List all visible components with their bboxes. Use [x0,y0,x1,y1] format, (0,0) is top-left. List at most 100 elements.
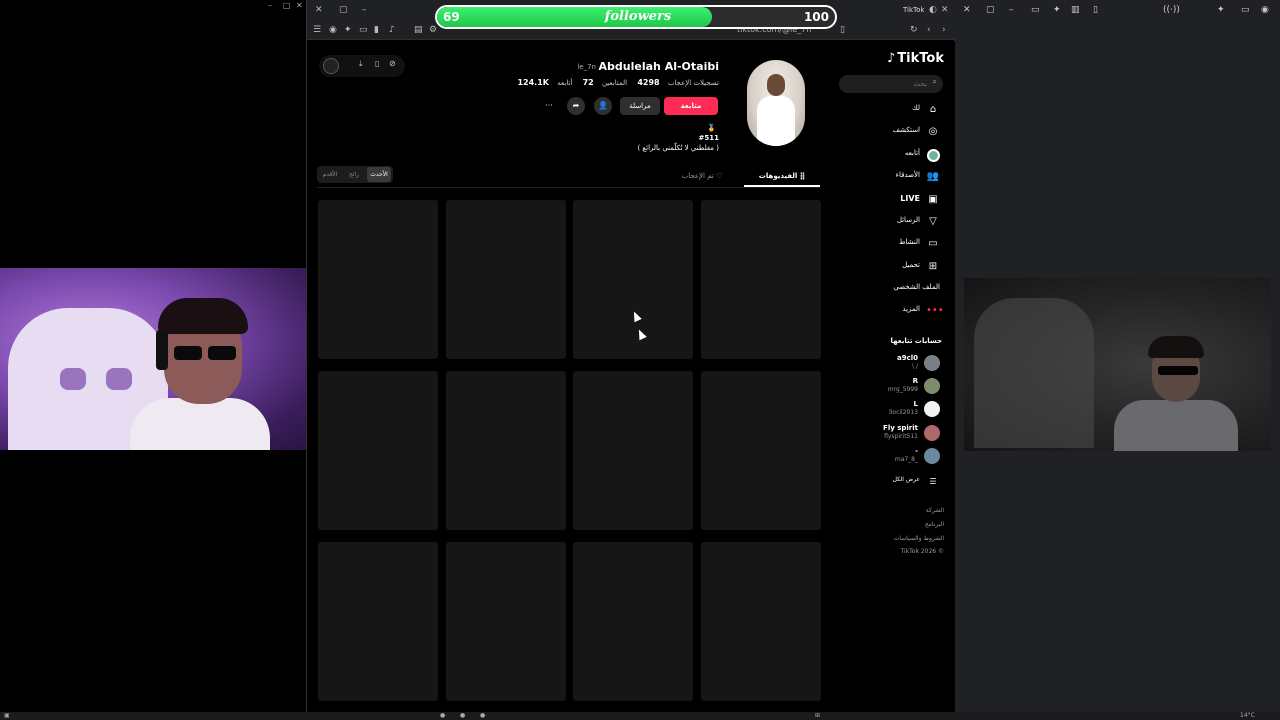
nav-more[interactable]: ••• المزيد [834,302,944,320]
phone-icon[interactable]: ▯ [375,59,379,68]
footer-terms[interactable]: الشروط والسياسات [894,535,944,542]
minimize-icon[interactable]: – [362,0,367,20]
following-account[interactable]: Lllocil2013 [854,399,944,419]
nav-friends[interactable]: 👥 الأصدقاء [834,168,944,186]
home-icon: ⌂ [929,104,937,115]
taskbar-app-icon[interactable]: ● [480,712,485,720]
close-icon[interactable]: ✕ [296,1,303,10]
download-icon[interactable]: ⤓ [359,59,363,69]
video-placeholder[interactable] [573,200,693,359]
see-all-link[interactable]: ☰ عرض الكل [834,473,944,491]
nav-profile[interactable]: الملف الشخصي [834,280,944,298]
sort-oldest[interactable]: الأقدم [318,167,342,182]
avatar [924,425,940,441]
tab-close-icon[interactable]: ✕ [941,0,949,20]
sort-popular[interactable]: رائج [342,167,366,182]
nav-label: المزيد [902,305,920,313]
maximize-icon[interactable]: □ [283,1,291,10]
add-friend-icon[interactable]: 👤 [594,97,612,115]
video-placeholder[interactable] [701,542,821,701]
video-placeholder[interactable] [573,542,693,701]
sidebar-icon[interactable]: ▯ [1093,5,1098,15]
video-placeholder[interactable] [446,371,566,530]
account-handle: flyspirit511 [884,433,918,440]
video-placeholder[interactable] [318,542,438,701]
nav-messages[interactable]: ▽ الرسائل [834,213,944,231]
taskbar-app-icon[interactable]: ● [460,712,465,720]
sort-latest[interactable]: الأحدث [367,167,391,182]
windows-start-icon[interactable]: ⊞ [815,712,820,720]
browser-tab-title[interactable]: TikTok [903,0,924,20]
tab-videos[interactable]: الفيديوهات ⣿ [744,165,820,187]
profile-avatar[interactable] [747,60,805,146]
nav-activity[interactable]: ▭ النشاط [834,235,944,253]
star-icon[interactable]: ✦ [1217,5,1225,15]
bio-hashtag[interactable]: #511 [699,134,719,142]
tab-icon[interactable]: ▭ [1241,5,1250,15]
location-icon[interactable]: ◉ [329,20,337,40]
nav-for-you[interactable]: ⌂ لك [834,101,944,119]
video-placeholder[interactable] [446,542,566,701]
nav-explore[interactable]: ◎ استكشف [834,123,944,141]
nav-label: LIVE [900,194,920,203]
footer-program[interactable]: البرنامج [925,521,944,528]
avatar [924,401,940,417]
messages-icon: ▽ [929,216,937,227]
nav-upload[interactable]: ⊞ تحميل [834,258,944,276]
following-account[interactable]: a9cl0 \ / [854,353,944,373]
music-icon[interactable]: ♪ [389,20,395,40]
search-icon[interactable]: ⌕ [933,77,937,87]
video-placeholder[interactable] [446,200,566,359]
message-button[interactable]: مراسلة [620,97,660,115]
reader-icon[interactable]: ▤ [414,20,423,40]
puzzle-icon[interactable]: ✦ [1053,5,1061,15]
footer-company[interactable]: الشركة [926,507,944,514]
following-account[interactable]: Fly spirit flyspirit511 [854,423,944,443]
record-icon[interactable] [323,58,339,74]
reload-icon[interactable]: ↻ [910,20,918,40]
following-account[interactable]: Rmrg_5999 [854,376,944,396]
search-input[interactable] [847,77,927,91]
tiktok-logo[interactable]: ♪ TikTok [887,51,944,66]
sidebar-icon[interactable]: ▮ [374,20,379,40]
tab-liked[interactable]: تم الإعجاب ♡ [667,165,737,187]
upload-icon: ⊞ [928,261,938,272]
close-icon[interactable]: ✕ [963,5,971,15]
search-box[interactable]: ⌕ [839,75,943,93]
minimize-icon[interactable]: – [268,1,272,10]
back-icon[interactable]: ‹ [927,20,931,40]
followers-count: 4298 [637,78,660,87]
minimize-icon[interactable]: – [1009,5,1014,15]
forward-icon[interactable]: › [942,20,946,40]
grid-icon: ⣿ [799,172,806,180]
tabs-icon[interactable]: ▥ [1071,5,1080,15]
share-icon[interactable]: ➦ [567,97,585,115]
follow-button[interactable]: متابعة [664,97,718,115]
widgets-icon[interactable]: ▣ [4,712,10,720]
taskbar-app-icon[interactable]: ● [440,712,445,720]
nav-live[interactable]: ▣ LIVE [834,191,944,209]
menu-icon[interactable]: ☰ [313,20,321,40]
video-placeholder[interactable] [701,371,821,530]
restore-icon[interactable]: ▢ [339,0,348,20]
video-placeholder[interactable] [701,200,821,359]
extension-icon[interactable]: ✦ [344,20,352,40]
bookmark-icon[interactable]: ▯ [840,20,845,40]
page-controls: ⤓ ▯ ⊘ [319,55,405,77]
account-name: R [912,377,918,385]
compass-small-icon[interactable]: ⊘ [389,59,396,68]
wallet-icon[interactable]: ▭ [359,20,368,40]
profile-icon[interactable]: ◉ [1261,5,1269,15]
broadcast-icon[interactable]: ((·)) [1163,5,1180,15]
video-placeholder[interactable] [573,371,693,530]
profile-username: le_7n [577,63,596,71]
more-options-icon[interactable]: ··· [540,97,558,115]
window-icon[interactable]: ▭ [1031,5,1040,15]
close-icon[interactable]: ✕ [315,0,323,20]
video-placeholder[interactable] [318,371,438,530]
following-account[interactable]: - ma7_8_ [854,446,944,466]
nav-following[interactable]: أتابعه [834,146,944,164]
mute-icon[interactable]: ◐ [929,0,937,20]
restore-icon[interactable]: ▢ [986,5,995,15]
video-placeholder[interactable] [318,200,438,359]
